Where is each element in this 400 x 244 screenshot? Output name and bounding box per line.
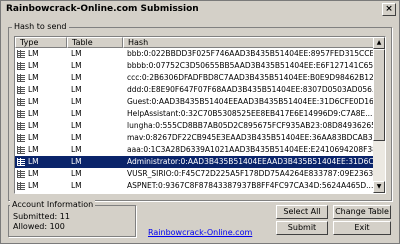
table-row[interactable]: LM LM bbb:0:022BBDD3F025F746AAD3B435B51404… — [15, 48, 375, 60]
hash-cell: bbb:0:022BBDD3F025F746AAD3B435B51404EE:8… — [127, 49, 375, 58]
grid-icon — [17, 182, 25, 190]
vertical-scrollbar[interactable]: ▲ ▼ — [373, 37, 385, 193]
type-label: LM — [28, 109, 39, 118]
table-row[interactable]: LM LM Administrator:0:AAD3B435B51404EEAAD3… — [15, 156, 375, 168]
type-label: LM — [28, 181, 39, 190]
type-cell: LM — [15, 132, 67, 144]
website-link[interactable]: Rainbowcrack-Online.com — [148, 228, 252, 237]
scroll-thumb[interactable] — [373, 49, 385, 141]
grid-icon — [17, 110, 25, 118]
submitted-count: Submitted: 11 — [13, 212, 70, 221]
allowed-count: Allowed: 100 — [13, 222, 65, 231]
table-row[interactable]: LM LM ddd:0:E8E90F647F07F68AAD3B435B51404E… — [15, 84, 375, 96]
close-icon: × — [385, 4, 393, 14]
table-cell: LM — [71, 61, 82, 70]
account-group-box — [8, 205, 136, 237]
grid-icon — [17, 146, 25, 154]
grid-icon — [17, 158, 25, 166]
hash-group-label: Hash to send — [12, 22, 69, 31]
table-cell: LM — [71, 97, 82, 106]
table-row[interactable]: LM LM bbbb:0:07752C3D50655BB5AAD3B435B5140… — [15, 60, 375, 72]
type-label: LM — [28, 97, 39, 106]
type-cell: LM — [15, 60, 67, 72]
table-cell: LM — [71, 181, 82, 190]
hash-cell: lungha:0:555CD8BB7AB05D2C895675FCF935AB2… — [127, 121, 375, 130]
type-label: LM — [28, 121, 39, 130]
account-group-label: Account Information — [10, 200, 96, 209]
type-cell: LM — [15, 180, 67, 192]
table-row[interactable]: LM LM ccc:0:2B6306DFADFBD8C7AAD3B435B51404… — [15, 72, 375, 84]
grid-icon — [17, 122, 25, 130]
table-cell: LM — [71, 121, 82, 130]
hash-cell: ddd:0:E8E90F647F07F68AAD3B435B51404EE:83… — [127, 85, 375, 94]
grid-icon — [17, 170, 25, 178]
select-all-button[interactable]: Select All — [276, 205, 328, 219]
close-button[interactable]: × — [382, 3, 396, 16]
grid-icon — [17, 62, 25, 70]
table-row[interactable]: LM LM aaa:0:1C3A28D6339A1021AAD3B435B51404… — [15, 144, 375, 156]
hash-cell: ccc:0:2B6306DFADFBD8C7AAD3B435B51404EE:B… — [127, 73, 375, 82]
grid-icon — [17, 98, 25, 106]
arrow-down-icon: ▼ — [376, 183, 382, 190]
type-cell: LM — [15, 108, 67, 120]
hash-cell: HelpAssistant:0:32C70B5308525EE8EB417E6E… — [127, 109, 373, 118]
type-cell: LM — [15, 144, 67, 156]
scroll-up-button[interactable]: ▲ — [373, 37, 385, 49]
table-cell: LM — [71, 73, 82, 82]
exit-button[interactable]: Exit — [333, 221, 391, 235]
type-cell: LM — [15, 72, 67, 84]
table-cell: LM — [71, 169, 82, 178]
list-rows: LM LM bbb:0:022BBDD3F025F746AAD3B435B51404… — [15, 48, 375, 192]
column-header-type[interactable]: Type — [15, 37, 67, 48]
table-row[interactable]: LM LM lungha:0:555CD8BB7AB05D2C895675FCF93… — [15, 120, 375, 132]
hash-cell: mav:0:8267DF22CB945E3EAAD3B435B51404EE:3… — [127, 133, 375, 142]
table-row[interactable]: LM LM ASPNET:0:9367C8F87843387937B8FF4FC97… — [15, 180, 375, 192]
table-row[interactable]: LM LM HelpAssistant:0:32C70B5308525EE8EB41… — [15, 108, 375, 120]
table-row[interactable]: LM LM mav:0:8267DF22CB945E3EAAD3B435B51404… — [15, 132, 375, 144]
type-label: LM — [28, 157, 39, 166]
hash-cell: VUSR_SIRIO:0:F45C72D225A5F178DD75A4264E8… — [127, 169, 375, 178]
table-cell: LM — [71, 85, 82, 94]
column-header-hash[interactable]: Hash — [123, 37, 375, 48]
submit-button[interactable]: Submit — [276, 221, 328, 235]
type-cell: LM — [15, 120, 67, 132]
type-label: LM — [28, 145, 39, 154]
type-cell: LM — [15, 84, 67, 96]
hash-cell: Guest:0:AAD3B435B51404EEAAD3B435B51404EE… — [127, 97, 375, 106]
grid-icon — [17, 86, 25, 94]
type-cell: LM — [15, 96, 67, 108]
table-cell: LM — [71, 49, 82, 58]
hash-list[interactable]: Type Table Hash LM LM bbb:0:022BBDD3F025F7… — [14, 36, 386, 194]
change-table-button[interactable]: Change Table — [333, 205, 391, 219]
list-header: Type Table Hash — [15, 37, 375, 48]
table-cell: LM — [71, 145, 82, 154]
title-bar[interactable]: Rainbowcrack-Online.com Submission × — [3, 3, 397, 17]
table-cell: LM — [71, 133, 82, 142]
type-label: LM — [28, 49, 39, 58]
type-label: LM — [28, 169, 39, 178]
type-cell: LM — [15, 48, 67, 60]
column-header-table[interactable]: Table — [67, 37, 123, 48]
type-label: LM — [28, 73, 39, 82]
grid-icon — [17, 50, 25, 58]
hash-cell: aaa:0:1C3A28D6339A1021AAD3B435B51404EE:E… — [127, 145, 375, 154]
table-cell: LM — [71, 109, 82, 118]
hash-cell: Administrator:0:AAD3B435B51404EEAAD3B435… — [127, 157, 375, 166]
type-cell: LM — [15, 156, 67, 168]
window-title: Rainbowcrack-Online.com Submission — [6, 4, 199, 14]
table-row[interactable]: LM LM VUSR_SIRIO:0:F45C72D225A5F178DD75A42… — [15, 168, 375, 180]
table-row[interactable]: LM LM Guest:0:AAD3B435B51404EEAAD3B435B514… — [15, 96, 375, 108]
table-cell: LM — [71, 157, 82, 166]
type-label: LM — [28, 61, 39, 70]
hash-cell: bbbb:0:07752C3D50655BB5AAD3B435B51404EE:… — [127, 61, 375, 70]
type-label: LM — [28, 133, 39, 142]
hash-cell: ASPNET:0:9367C8F87843387937B8FF4FC97CA34… — [127, 181, 374, 190]
type-cell: LM — [15, 168, 67, 180]
scroll-down-button[interactable]: ▼ — [373, 181, 385, 193]
type-label: LM — [28, 85, 39, 94]
grid-icon — [17, 134, 25, 142]
arrow-up-icon: ▲ — [376, 39, 382, 46]
grid-icon — [17, 74, 25, 82]
